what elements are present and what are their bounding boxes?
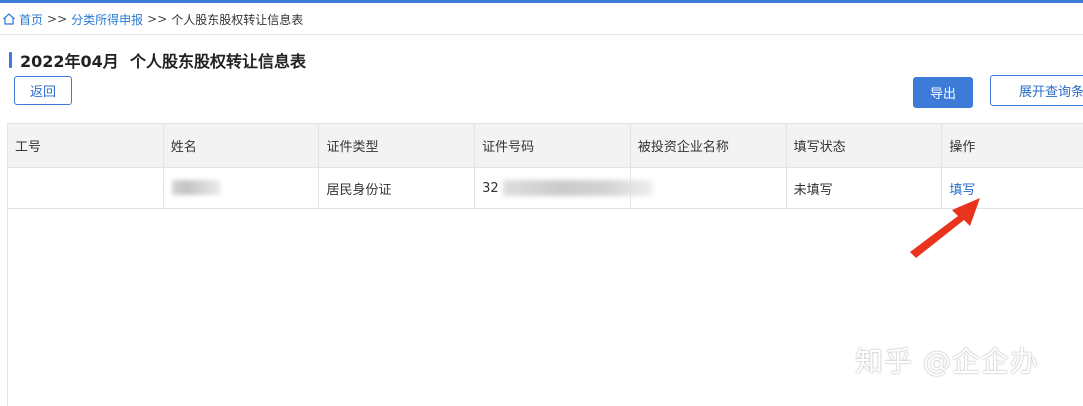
breadcrumb: 首页 >> 分类所得申报 >> 个人股东股权转让信息表 [0, 4, 1083, 34]
breadcrumb-current: 个人股东股权转让信息表 [171, 12, 304, 27]
breadcrumb-separator: >> [47, 12, 68, 26]
table-header-row: 工号 姓名 证件类型 证件号码 被投资企业名称 填写状态 操作 [8, 123, 1083, 168]
red-arrow-annotation [910, 198, 980, 258]
watermark: 知乎 @企企办 [855, 345, 1039, 378]
breadcrumb-home-link[interactable]: 首页 [19, 11, 43, 28]
export-button[interactable]: 导出 [913, 77, 973, 108]
cell-name [164, 168, 320, 208]
expand-query-button[interactable]: 展开查询条 [990, 75, 1083, 106]
table-left-border [7, 206, 8, 406]
cell-id-type: 居民身份证 [319, 168, 476, 208]
cell-employee-id [8, 168, 164, 208]
back-button[interactable]: 返回 [14, 76, 72, 105]
column-header-id-type: 证件类型 [319, 124, 476, 167]
column-header-company: 被投资企业名称 [631, 124, 787, 167]
cell-company [631, 168, 787, 208]
title-accent-bar [9, 52, 12, 68]
column-header-status: 填写状态 [787, 124, 943, 167]
breadcrumb-category-link[interactable]: 分类所得申报 [71, 11, 143, 28]
cell-id-number: 32 [475, 168, 654, 208]
home-icon[interactable] [2, 12, 16, 26]
page-title: 2022年04月 个人股东股权转让信息表 [20, 52, 306, 71]
column-header-action: 操作 [942, 124, 1083, 167]
column-header-name: 姓名 [164, 124, 320, 167]
cell-id-number-text: 32 [482, 180, 499, 196]
breadcrumb-divider [0, 34, 1083, 35]
breadcrumb-separator: >> [147, 12, 168, 26]
column-header-employee-id: 工号 [8, 124, 164, 167]
redacted-name-blur [171, 180, 220, 195]
column-header-id-number: 证件号码 [475, 124, 631, 167]
top-accent-line [0, 0, 1083, 3]
